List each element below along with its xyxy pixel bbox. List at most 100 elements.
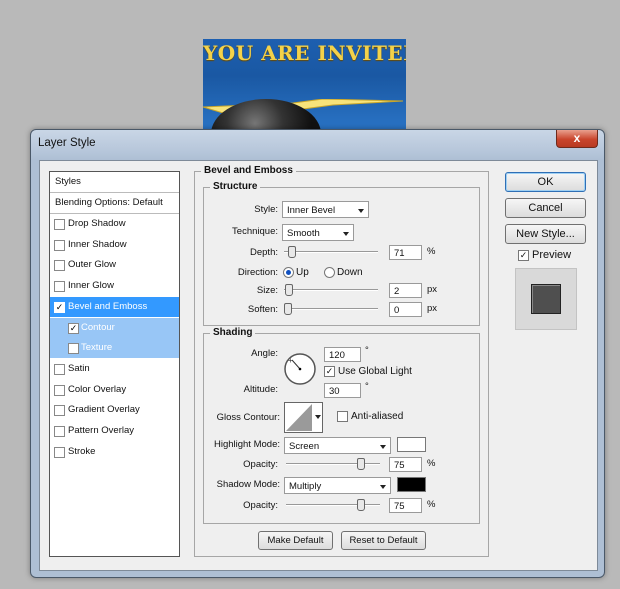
direction-down-radio[interactable]: [324, 267, 335, 278]
highlight-opacity-thumb[interactable]: [356, 458, 365, 470]
close-button[interactable]: x: [556, 130, 598, 148]
style-item-drop-shadow[interactable]: Drop Shadow: [50, 214, 179, 234]
style-item-inner-shadow[interactable]: Inner Shadow: [50, 235, 179, 255]
soften-unit: px: [427, 303, 438, 314]
shading-group: Shading Angle: + 120 ° ✓ Use Global Ligh…: [203, 327, 480, 524]
chevron-down-icon: [315, 415, 321, 419]
cancel-button[interactable]: Cancel: [505, 198, 586, 218]
style-item-checkbox[interactable]: [54, 426, 65, 437]
background-artwork: YOU ARE INVITED: [203, 39, 406, 131]
artwork-title: YOU ARE INVITED: [203, 41, 406, 65]
style-item-texture[interactable]: Texture: [50, 338, 179, 359]
preview-checkbox[interactable]: ✓: [518, 250, 529, 261]
style-label: Style:: [254, 204, 278, 215]
soften-slider-thumb[interactable]: [284, 303, 292, 315]
shadow-opacity-unit: %: [427, 499, 436, 510]
altitude-input[interactable]: 30: [324, 383, 361, 398]
style-item-pattern-overlay[interactable]: Pattern Overlay: [50, 421, 179, 441]
style-item-checkbox[interactable]: ✓: [68, 322, 79, 334]
style-item-label: Inner Shadow: [68, 238, 127, 250]
shadow-mode-label: Shadow Mode:: [216, 479, 280, 490]
style-item-checkbox[interactable]: [54, 281, 65, 293]
highlight-mode-dropdown[interactable]: Screen: [284, 437, 391, 454]
direction-label: Direction:: [237, 267, 278, 278]
style-item-checkbox[interactable]: [54, 239, 65, 251]
size-input[interactable]: 2: [389, 283, 422, 298]
size-slider-track[interactable]: [284, 289, 378, 291]
ok-button[interactable]: OK: [505, 172, 586, 192]
soften-input[interactable]: 0: [389, 302, 422, 317]
chevron-down-icon: [358, 209, 364, 213]
make-default-button[interactable]: Make Default: [258, 531, 333, 550]
anti-aliased-label: Anti-aliased: [351, 411, 404, 422]
style-item-checkbox[interactable]: [54, 405, 65, 417]
highlight-opacity-track[interactable]: [286, 463, 380, 465]
style-item-gradient-overlay[interactable]: Gradient Overlay: [50, 400, 179, 420]
style-preview-thumbnail: [515, 268, 577, 330]
svg-text:+: +: [288, 356, 293, 365]
style-item-label: Outer Glow: [68, 259, 117, 271]
contour-icon: [286, 404, 312, 431]
style-item-contour[interactable]: ✓ Contour: [50, 317, 179, 338]
style-dropdown[interactable]: Inner Bevel: [282, 201, 369, 218]
style-item-checkbox[interactable]: [54, 446, 65, 458]
size-slider-thumb[interactable]: [284, 284, 293, 296]
style-item-color-overlay[interactable]: Color Overlay: [50, 380, 179, 400]
shadow-opacity-track[interactable]: [286, 504, 380, 506]
shadow-opacity-thumb[interactable]: [356, 499, 365, 511]
shading-title: Shading: [210, 327, 256, 338]
style-item-checkbox[interactable]: [54, 219, 65, 230]
style-item-outer-glow[interactable]: Outer Glow: [50, 255, 179, 275]
highlight-mode-label: Highlight Mode:: [213, 439, 280, 450]
dialog-title: Layer Style: [38, 137, 96, 149]
structure-title: Structure: [210, 181, 261, 192]
style-item-label: Gradient Overlay: [68, 404, 140, 416]
highlight-opacity-input[interactable]: 75: [389, 457, 422, 472]
new-style-button[interactable]: New Style...: [505, 224, 586, 244]
preview-label: Preview: [532, 249, 572, 261]
bevel-emboss-panel: Bevel and Emboss Structure Style: Inner …: [194, 165, 489, 557]
depth-slider-thumb[interactable]: [287, 246, 296, 258]
style-item-satin[interactable]: Satin: [50, 359, 179, 379]
reset-to-default-button[interactable]: Reset to Default: [341, 531, 426, 550]
highlight-opacity-unit: %: [427, 458, 436, 469]
bevel-emboss-title: Bevel and Emboss: [201, 165, 296, 176]
style-item-label: Contour: [81, 321, 115, 333]
style-item-label: Color Overlay: [68, 383, 127, 395]
direction-down-label: Down: [337, 267, 363, 278]
angle-dial[interactable]: +: [283, 352, 317, 386]
depth-input[interactable]: 71: [389, 245, 422, 260]
style-item-stroke[interactable]: Stroke: [50, 442, 179, 462]
style-item-checkbox[interactable]: [54, 363, 65, 375]
shadow-opacity-input[interactable]: 75: [389, 498, 422, 513]
styles-header[interactable]: Styles: [50, 172, 179, 193]
direction-up-radio[interactable]: [283, 267, 294, 278]
technique-dropdown[interactable]: Smooth: [282, 224, 354, 241]
style-item-checkbox[interactable]: [54, 260, 65, 272]
angle-input[interactable]: 120: [324, 347, 361, 362]
dialog-client: Styles Blending Options: Default Drop Sh…: [39, 160, 598, 571]
style-item-checkbox[interactable]: ✓: [54, 301, 65, 313]
shadow-opacity-label: Opacity:: [243, 500, 278, 511]
gloss-contour-picker[interactable]: [284, 402, 323, 433]
style-item-checkbox[interactable]: [54, 384, 65, 396]
shadow-color-swatch[interactable]: [397, 477, 426, 492]
style-item-checkbox[interactable]: [68, 343, 79, 355]
altitude-label: Altitude:: [243, 384, 278, 395]
soften-slider-track[interactable]: [284, 308, 378, 310]
highlight-color-swatch[interactable]: [397, 437, 426, 452]
highlight-opacity-label: Opacity:: [243, 459, 278, 470]
blending-options-item[interactable]: Blending Options: Default: [50, 193, 179, 214]
angle-unit: °: [365, 345, 369, 356]
style-item-bevel-and-emboss[interactable]: ✓ Bevel and Emboss: [50, 296, 179, 317]
size-unit: px: [427, 284, 438, 295]
use-global-light-checkbox[interactable]: ✓: [324, 366, 335, 377]
shadow-mode-dropdown[interactable]: Multiply: [284, 477, 391, 494]
anti-aliased-checkbox[interactable]: [337, 411, 348, 422]
angle-label: Angle:: [251, 348, 278, 359]
depth-slider-track[interactable]: [284, 251, 378, 253]
chevron-down-icon: [343, 232, 349, 236]
chevron-down-icon: [380, 445, 386, 449]
style-item-inner-glow[interactable]: Inner Glow: [50, 276, 179, 296]
gloss-contour-label: Gloss Contour:: [216, 412, 280, 423]
